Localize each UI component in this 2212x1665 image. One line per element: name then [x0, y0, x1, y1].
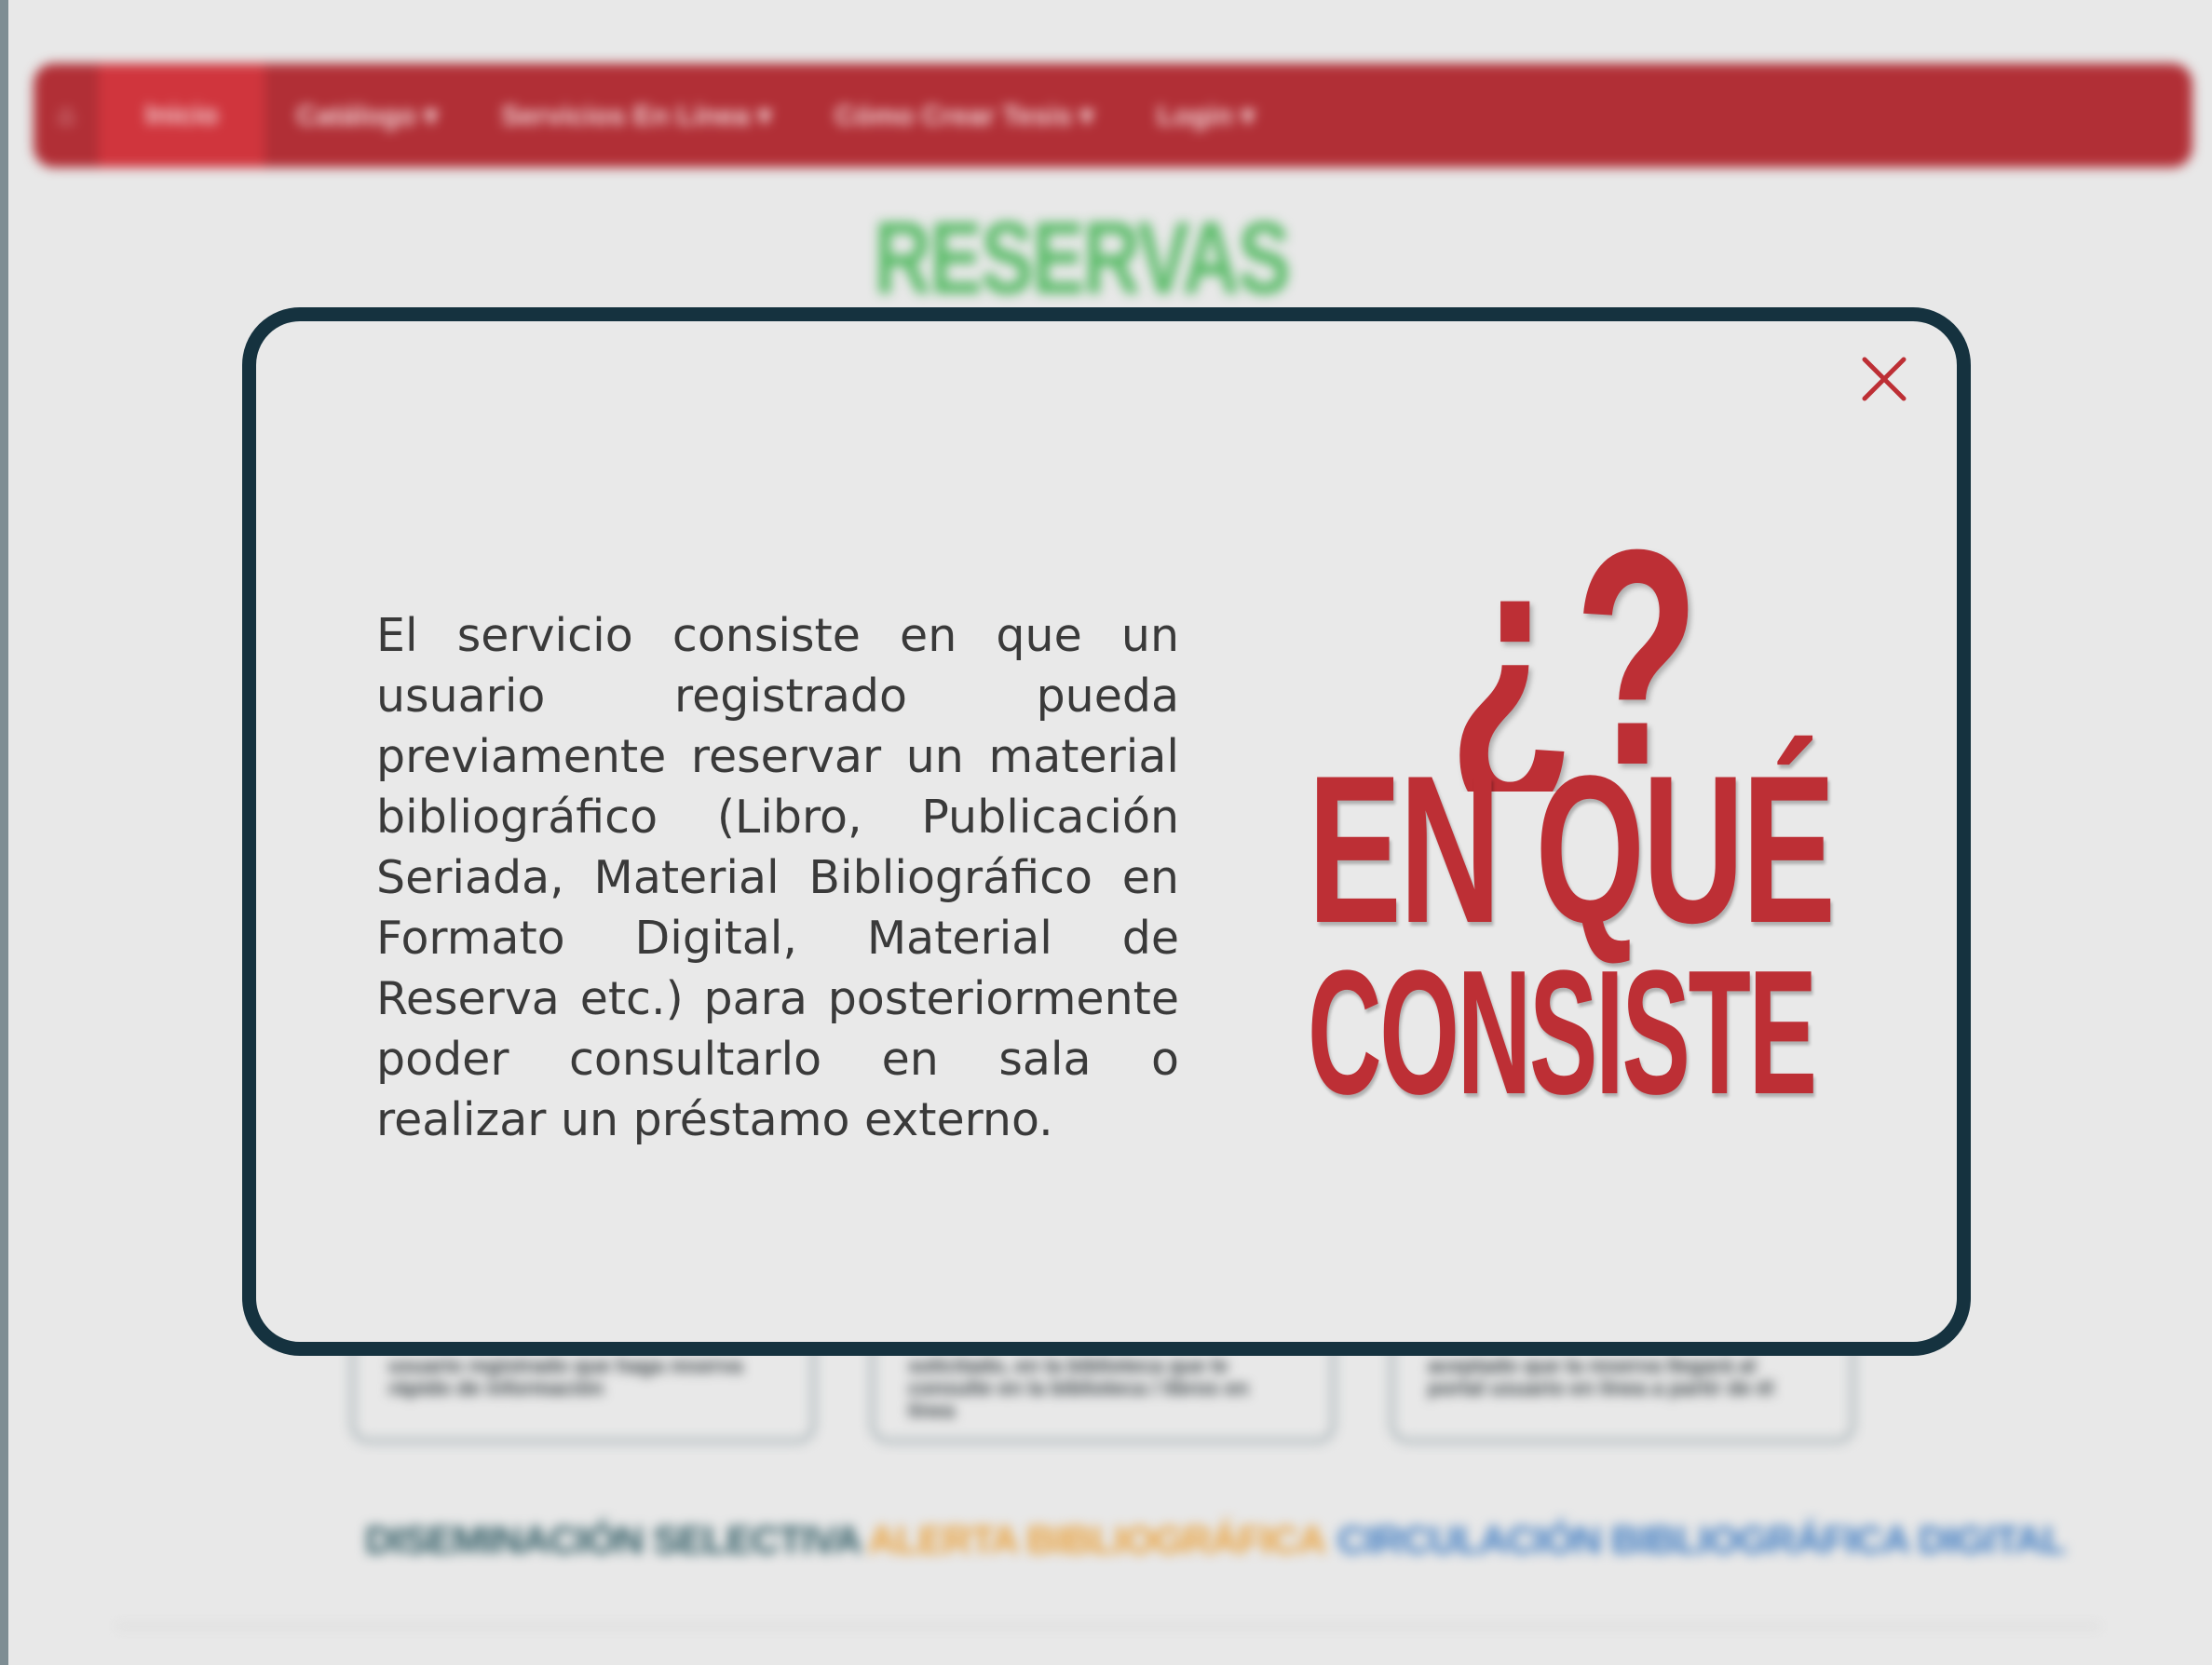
- top-navbar: ⌂ Inicio Catálogo ▾ Servicios En Línea ▾…: [34, 63, 2192, 168]
- nav-item-servicios[interactable]: Servicios En Línea ▾: [469, 63, 803, 168]
- link-alerta-bibliografica[interactable]: ALERTA BIBLIOGRÁFICA: [868, 1518, 1326, 1563]
- modal-description: El servicio consiste en que un usuario r…: [376, 609, 1179, 1146]
- nav-item-catalogo[interactable]: Catálogo ▾: [265, 63, 469, 168]
- link-diseminacion-selectiva[interactable]: DISEMINACIÓN SELECTIVA: [365, 1518, 862, 1563]
- close-icon[interactable]: [1857, 352, 1911, 406]
- link-circulacion-bibliografica-digital[interactable]: CIRCULACIÓN BIBLIOGRÁFICA DIGITAL: [1337, 1518, 2066, 1563]
- nav-item-login[interactable]: Login ▾: [1125, 63, 1286, 168]
- nav-item-tesis[interactable]: Cómo Crear Tesis ▾: [803, 63, 1125, 168]
- footer-divider: [116, 1625, 2100, 1628]
- modal-title-line-2: CONSISTE: [1308, 934, 1817, 1131]
- nav-item-inicio[interactable]: Inicio: [99, 63, 265, 168]
- home-icon[interactable]: ⌂: [34, 63, 99, 168]
